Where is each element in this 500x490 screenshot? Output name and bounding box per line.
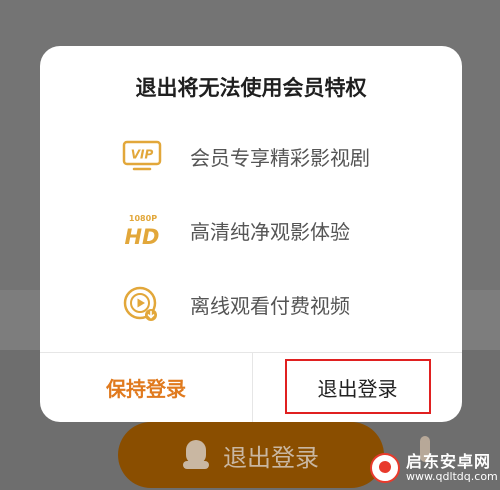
benefit-label: 高清纯净观影体验 <box>190 219 350 244</box>
hd-icon-text: HD <box>124 225 159 248</box>
hd-1080p-icon: 1080P HD <box>122 212 162 248</box>
benefit-item-vip: VIP 会员专享精彩影视剧 <box>122 136 370 176</box>
benefit-item-offline: 离线观看付费视频 <box>122 284 350 324</box>
hd-resolution-text: 1080P <box>129 214 157 223</box>
watermark-name: 启东安卓网 <box>406 451 492 471</box>
vip-icon: VIP <box>122 138 162 174</box>
background-logout-button: 退出登录 <box>118 422 384 488</box>
watermark: 启东安卓网 www.qdltdq.com <box>370 448 498 488</box>
benefit-label: 离线观看付费视频 <box>190 293 350 318</box>
background-logout-label: 退出登录 <box>223 443 319 472</box>
stay-logged-in-button[interactable]: 保持登录 <box>40 353 252 422</box>
vip-icon-text: VIP <box>131 148 154 162</box>
watermark-url: www.qdltdq.com <box>406 469 498 483</box>
dialog-title: 退出将无法使用会员特权 <box>135 76 367 100</box>
benefit-item-hd: 1080P HD 高清纯净观影体验 <box>122 210 350 250</box>
watermark-logo-icon <box>370 453 400 483</box>
qq-icon <box>183 440 209 470</box>
benefit-label: 会员专享精彩影视剧 <box>190 145 370 170</box>
offline-play-icon <box>122 286 162 322</box>
highlight-annotation-box <box>285 359 431 414</box>
